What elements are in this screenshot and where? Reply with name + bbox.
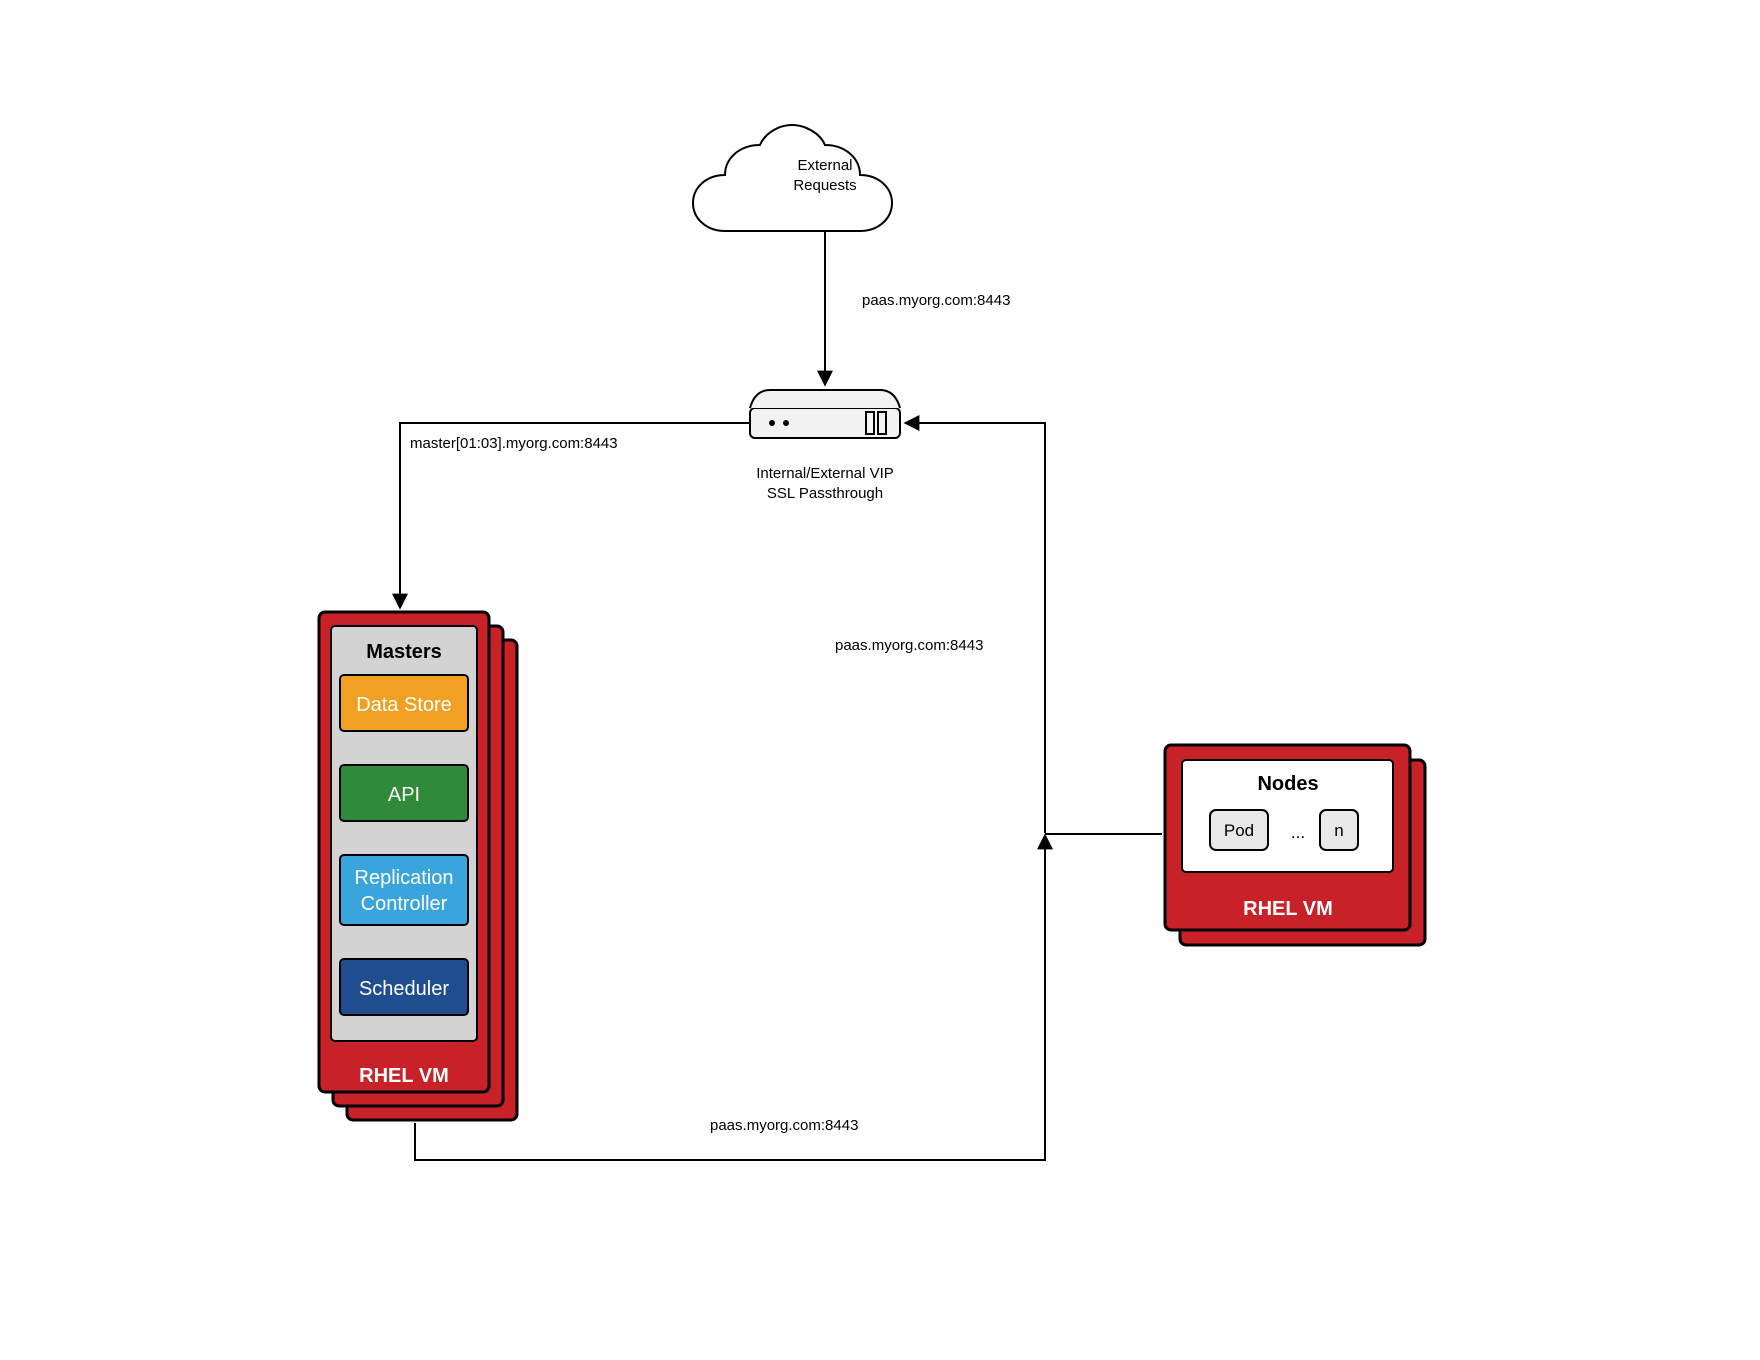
api-label: API xyxy=(388,784,420,806)
cloud-line2: Requests xyxy=(793,177,856,194)
masters-title: Masters xyxy=(366,641,442,663)
nodes-title: Nodes xyxy=(1257,773,1318,795)
nodes-stack: Nodes Pod ... n RHEL VM xyxy=(1165,745,1425,945)
scheduler-label: Scheduler xyxy=(359,978,449,1000)
ellipsis-label: ... xyxy=(1291,823,1305,842)
cloud-external-requests: External Requests xyxy=(693,125,892,231)
vip-label-1: Internal/External VIP xyxy=(756,465,894,482)
datastore-label: Data Store xyxy=(356,694,452,716)
pod-label: Pod xyxy=(1224,821,1254,840)
masters-footer: RHEL VM xyxy=(359,1065,449,1087)
edge-masters-to-vip-label: paas.myorg.com:8443 xyxy=(710,1117,858,1134)
nodes-footer: RHEL VM xyxy=(1243,898,1333,920)
replication-label-1: Replication xyxy=(355,867,454,889)
cloud-line1: External xyxy=(797,157,852,174)
edge-vip-to-masters-label: master[01:03].myorg.com:8443 xyxy=(410,435,618,452)
edge-nodes-to-vip xyxy=(905,423,1045,833)
n-label: n xyxy=(1334,821,1343,840)
edge-nodes-to-vip-label: paas.myorg.com:8443 xyxy=(835,637,983,654)
replication-label-2: Controller xyxy=(361,893,448,915)
edge-cloud-to-vip-label: paas.myorg.com:8443 xyxy=(862,292,1010,309)
masters-stack: Masters Data Store API Replication Contr… xyxy=(319,612,517,1120)
diagram-canvas: External Requests paas.myorg.com:8443 In… xyxy=(0,0,1760,1360)
vip-device: Internal/External VIP SSL Passthrough xyxy=(750,390,900,502)
vip-label-2: SSL Passthrough xyxy=(767,485,883,502)
